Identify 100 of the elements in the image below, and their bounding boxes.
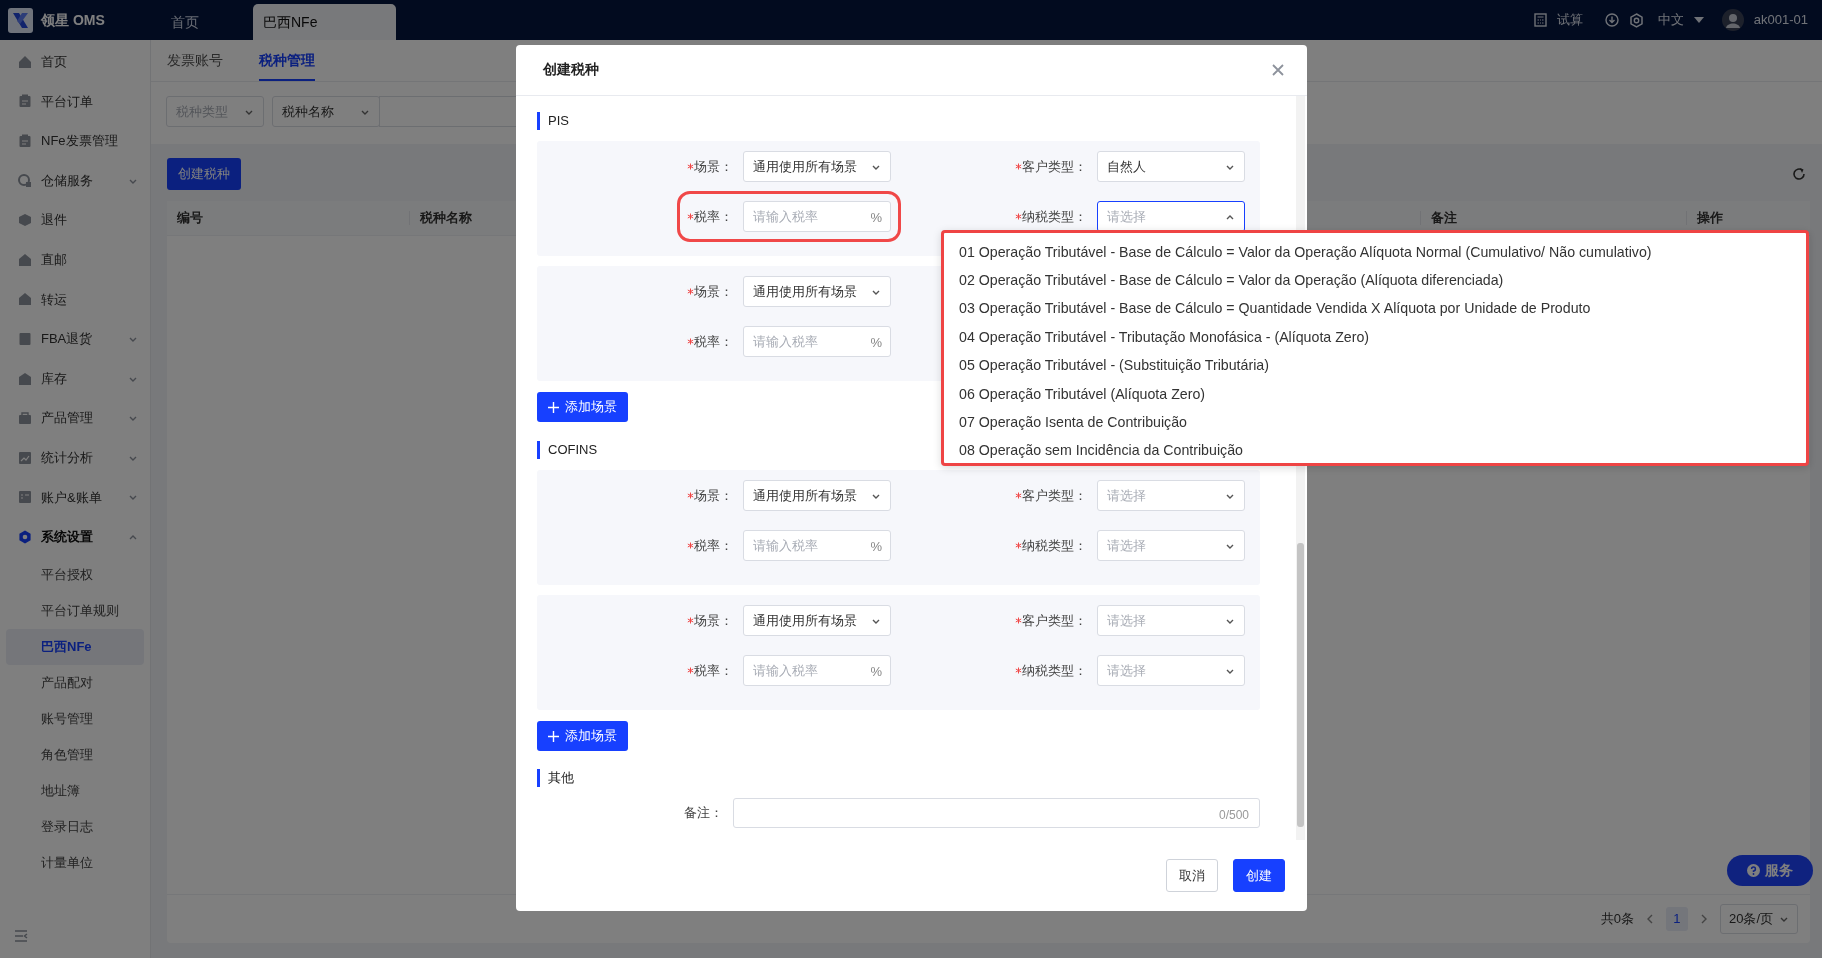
- add-scene-button[interactable]: 添加场景: [537, 392, 628, 422]
- hexagon-icon: [18, 529, 32, 544]
- building-icon: [18, 371, 32, 386]
- sidebar-subitem[interactable]: 平台订单规则: [6, 592, 144, 629]
- section-title: 其他: [537, 769, 1267, 787]
- sidebar-subitem[interactable]: 地址簿: [6, 772, 144, 809]
- sidebar-item[interactable]: FBA退货: [0, 319, 150, 359]
- field-label: 税率：: [687, 331, 733, 352]
- dropdown-option[interactable]: 03 Operação Tributável - Base de Cálculo = Quantidade Vendida X Alíquota por Unidade de Produto: [944, 294, 1806, 324]
- select-field[interactable]: 请选择: [1097, 605, 1245, 636]
- avatar-icon: [1721, 9, 1744, 31]
- filter-select[interactable]: 税种名称: [272, 96, 380, 127]
- create-button[interactable]: 创建: [1233, 859, 1285, 892]
- sidebar-item[interactable]: 首页: [0, 42, 150, 82]
- sidebar-item[interactable]: 统计分析: [0, 437, 150, 478]
- sidebar-subitem[interactable]: 登录日志: [6, 808, 144, 845]
- percent-suffix: %: [870, 334, 882, 352]
- dropdown-option[interactable]: 01 Operação Tributável - Base de Cálculo = Valor da Operação Alíquota Normal (Cumulativo/ Não cumulativo): [944, 238, 1806, 267]
- sidebar-subitem[interactable]: 角色管理: [6, 736, 144, 773]
- sidebar-item[interactable]: 账户&账单: [0, 477, 150, 518]
- field-label: 纳税类型：: [1015, 535, 1087, 556]
- house-icon: [18, 252, 32, 267]
- chart-icon: [18, 450, 32, 465]
- sidebar-item[interactable]: 直邮: [0, 239, 150, 280]
- field-label: 税率：: [687, 535, 733, 556]
- sidebar-item[interactable]: 仓储服务: [0, 160, 150, 201]
- field-label: 场景：: [687, 610, 733, 631]
- calculate-link[interactable]: 试算: [1556, 10, 1583, 30]
- select-field[interactable]: 请选择: [1097, 530, 1245, 561]
- page-size-select[interactable]: 20条/页: [1719, 904, 1798, 934]
- select-field[interactable]: 通用使用所有场景: [743, 480, 891, 511]
- column-header: 操作: [1686, 211, 1810, 225]
- sidebar-subitem[interactable]: 平台授权: [6, 556, 144, 593]
- select-field[interactable]: 通用使用所有场景: [743, 605, 891, 636]
- sidebar-subitem[interactable]: 账号管理: [6, 700, 144, 737]
- sidebar-item[interactable]: 平台订单: [0, 81, 150, 122]
- page-tab[interactable]: 税种管理: [259, 40, 315, 81]
- header-tab[interactable]: 巴西NFe: [253, 4, 396, 40]
- sidebar-item[interactable]: NFe发票管理: [0, 121, 150, 161]
- select-field[interactable]: 请选择: [1097, 480, 1245, 511]
- sidebar-subitem[interactable]: 巴西NFe: [6, 628, 144, 665]
- collapse-menu-icon[interactable]: [14, 930, 28, 942]
- select-field[interactable]: 请选择: [1097, 655, 1245, 686]
- help-icon: [1747, 864, 1760, 877]
- sidebar-item[interactable]: 系统设置: [0, 517, 150, 557]
- select-field[interactable]: 请选择: [1097, 201, 1245, 232]
- service-button[interactable]: 服务: [1727, 855, 1813, 886]
- select-field[interactable]: 通用使用所有场景: [743, 151, 891, 182]
- column-header: 备注: [1420, 211, 1686, 225]
- square-icon: [18, 331, 32, 346]
- refresh-icon[interactable]: [1792, 167, 1806, 181]
- settings-icon[interactable]: [1628, 12, 1644, 28]
- dropdown-option[interactable]: 07 Operação Isenta de Contribuição: [944, 408, 1806, 437]
- clipboard-icon: [18, 134, 32, 148]
- clipboard-icon: [18, 94, 32, 109]
- house-icon: [18, 292, 32, 307]
- percent-suffix: %: [870, 538, 882, 556]
- sidebar-item[interactable]: 产品管理: [0, 398, 150, 438]
- field-label: 场景：: [687, 485, 733, 506]
- cancel-button[interactable]: 取消: [1166, 859, 1218, 892]
- dialog-title: 创建税种: [543, 60, 599, 79]
- field-label: 场景：: [687, 281, 733, 302]
- field-label: 客户类型：: [1015, 156, 1087, 177]
- create-button[interactable]: 创建税种: [167, 158, 241, 190]
- dropdown-option[interactable]: 06 Operação Tributável (Alíquota Zero): [944, 379, 1806, 409]
- sidebar-item[interactable]: 库存: [0, 358, 150, 399]
- percent-suffix: %: [870, 209, 882, 227]
- close-icon[interactable]: [1271, 63, 1285, 77]
- card-icon: [18, 490, 32, 505]
- previous-page-icon[interactable]: [1645, 914, 1654, 924]
- page-number[interactable]: 1: [1665, 907, 1688, 931]
- field-label: 备注：: [683, 804, 724, 823]
- dropdown-option[interactable]: 04 Operação Tributável - Tributação Monofásica - (Alíquota Zero): [944, 323, 1806, 352]
- calculator-icon: [1533, 13, 1547, 27]
- select-field[interactable]: 通用使用所有场景: [743, 276, 891, 307]
- sidebar-item[interactable]: 退件: [0, 200, 150, 240]
- user-name[interactable]: ak001-01: [1753, 10, 1808, 30]
- sidebar-subitem[interactable]: 产品配对: [6, 664, 144, 701]
- dropdown-option[interactable]: 05 Operação Tributável - (Substituição Tributária): [944, 351, 1806, 380]
- logo-text: 领星 OMS: [41, 10, 106, 30]
- select-field[interactable]: 自然人: [1097, 151, 1245, 182]
- dropdown-option[interactable]: 02 Operação Tributável - Base de Cálculo = Valor da Operação (Alíquota diferenciada): [944, 266, 1806, 295]
- remark-field[interactable]: 0/500: [733, 798, 1260, 828]
- field-label: 纳税类型：: [1015, 660, 1087, 681]
- header-tab[interactable]: 首页: [161, 4, 209, 40]
- section-title: PIS: [537, 112, 1267, 130]
- logo-icon: [8, 7, 33, 33]
- sidebar-item[interactable]: 转运: [0, 279, 150, 320]
- home-icon: [18, 54, 32, 69]
- page-tab[interactable]: 发票账号: [167, 40, 223, 81]
- total-count: 共0条: [1600, 910, 1634, 929]
- next-page-icon[interactable]: [1699, 914, 1708, 924]
- field-label: 客户类型：: [1015, 610, 1087, 631]
- download-icon[interactable]: [1604, 13, 1619, 27]
- language-select[interactable]: 中文: [1657, 10, 1684, 30]
- column-header: 编号: [176, 211, 204, 225]
- add-scene-button[interactable]: 添加场景: [537, 721, 628, 751]
- globe-icon: [18, 173, 32, 188]
- field-label: 客户类型：: [1015, 485, 1087, 506]
- sidebar-subitem[interactable]: 计量单位: [6, 844, 144, 881]
